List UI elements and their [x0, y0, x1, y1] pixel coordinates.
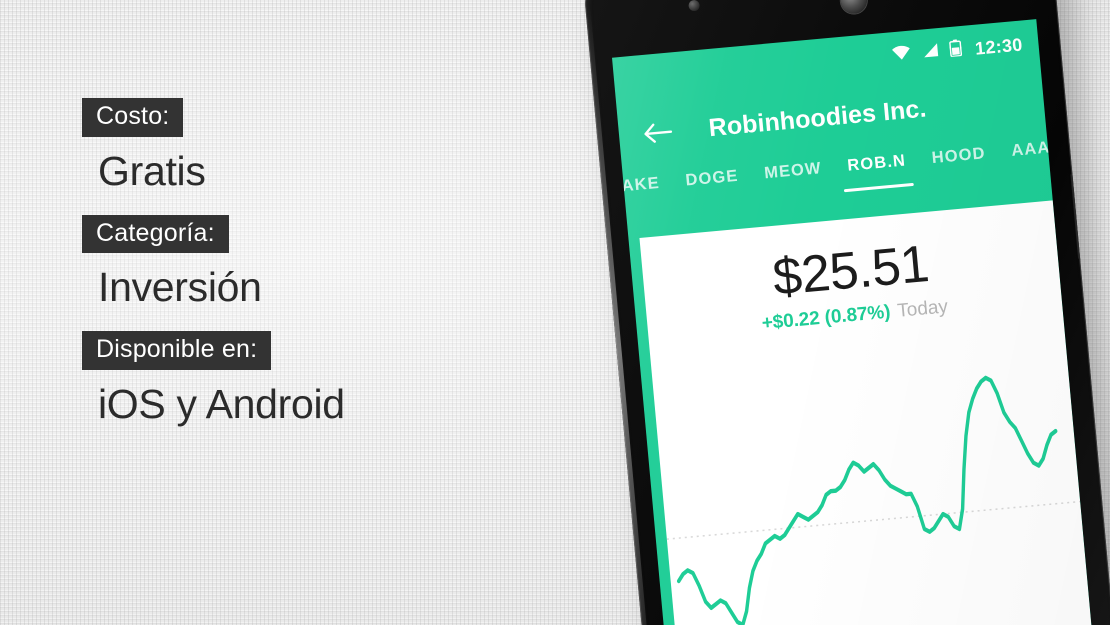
info-value-categoria: Inversión: [98, 264, 262, 311]
phone-device: 12:30 Robinhoodies Inc. AKE DOGE MEOW RO…: [581, 0, 1110, 625]
tab-robn-label: ROB.N: [846, 151, 907, 175]
tab-robn[interactable]: ROB.N: [834, 148, 920, 193]
chart-baseline-gridline: [666, 500, 1081, 540]
info-group-disponible: Disponible en: iOS y Android: [82, 331, 542, 426]
quote-period: Today: [896, 296, 949, 322]
quote-card: $25.51 +$0.22 (0.87%) Today: [639, 200, 1103, 625]
tab-ake[interactable]: AKE: [622, 171, 674, 197]
phone-screen: 12:30 Robinhoodies Inc. AKE DOGE MEOW RO…: [612, 19, 1103, 625]
signal-icon: [921, 42, 940, 63]
quote-block: $25.51 +$0.22 (0.87%) Today: [639, 200, 1062, 345]
info-column: Costo: Gratis Categoría: Inversión Dispo…: [82, 98, 542, 426]
info-label-categoria: Categoría:: [82, 214, 229, 254]
tab-meow[interactable]: MEOW: [750, 156, 835, 184]
info-group-costo: Costo: Gratis: [82, 98, 542, 193]
phone-body: 12:30 Robinhoodies Inc. AKE DOGE MEOW RO…: [581, 0, 1110, 625]
battery-icon: [949, 39, 963, 62]
status-clock: 12:30: [974, 33, 1024, 59]
tab-aaa[interactable]: AAA: [997, 135, 1051, 162]
chart-line-series: [677, 375, 1058, 625]
tab-active-indicator: [843, 182, 915, 193]
info-label-disponible: Disponible en:: [82, 331, 272, 370]
back-arrow-icon[interactable]: [640, 114, 677, 151]
quote-change: +$0.22 (0.87%): [760, 301, 892, 335]
proximity-sensor-icon: [688, 0, 701, 12]
screenshot-stage: Costo: Gratis Categoría: Inversión Dispo…: [0, 0, 1110, 625]
info-group-categoria: Categoría: Inversión: [82, 214, 542, 311]
price-chart[interactable]: [651, 328, 1102, 625]
tab-doge[interactable]: DOGE: [672, 164, 753, 192]
info-value-costo: Gratis: [98, 147, 206, 194]
info-label-costo: Costo:: [82, 98, 184, 137]
page-title: Robinhoodies Inc.: [707, 93, 928, 142]
wifi-icon: [892, 45, 913, 67]
tab-hood[interactable]: HOOD: [918, 141, 999, 169]
info-value-disponible: iOS y Android: [98, 380, 345, 427]
front-camera-icon: [839, 0, 868, 15]
